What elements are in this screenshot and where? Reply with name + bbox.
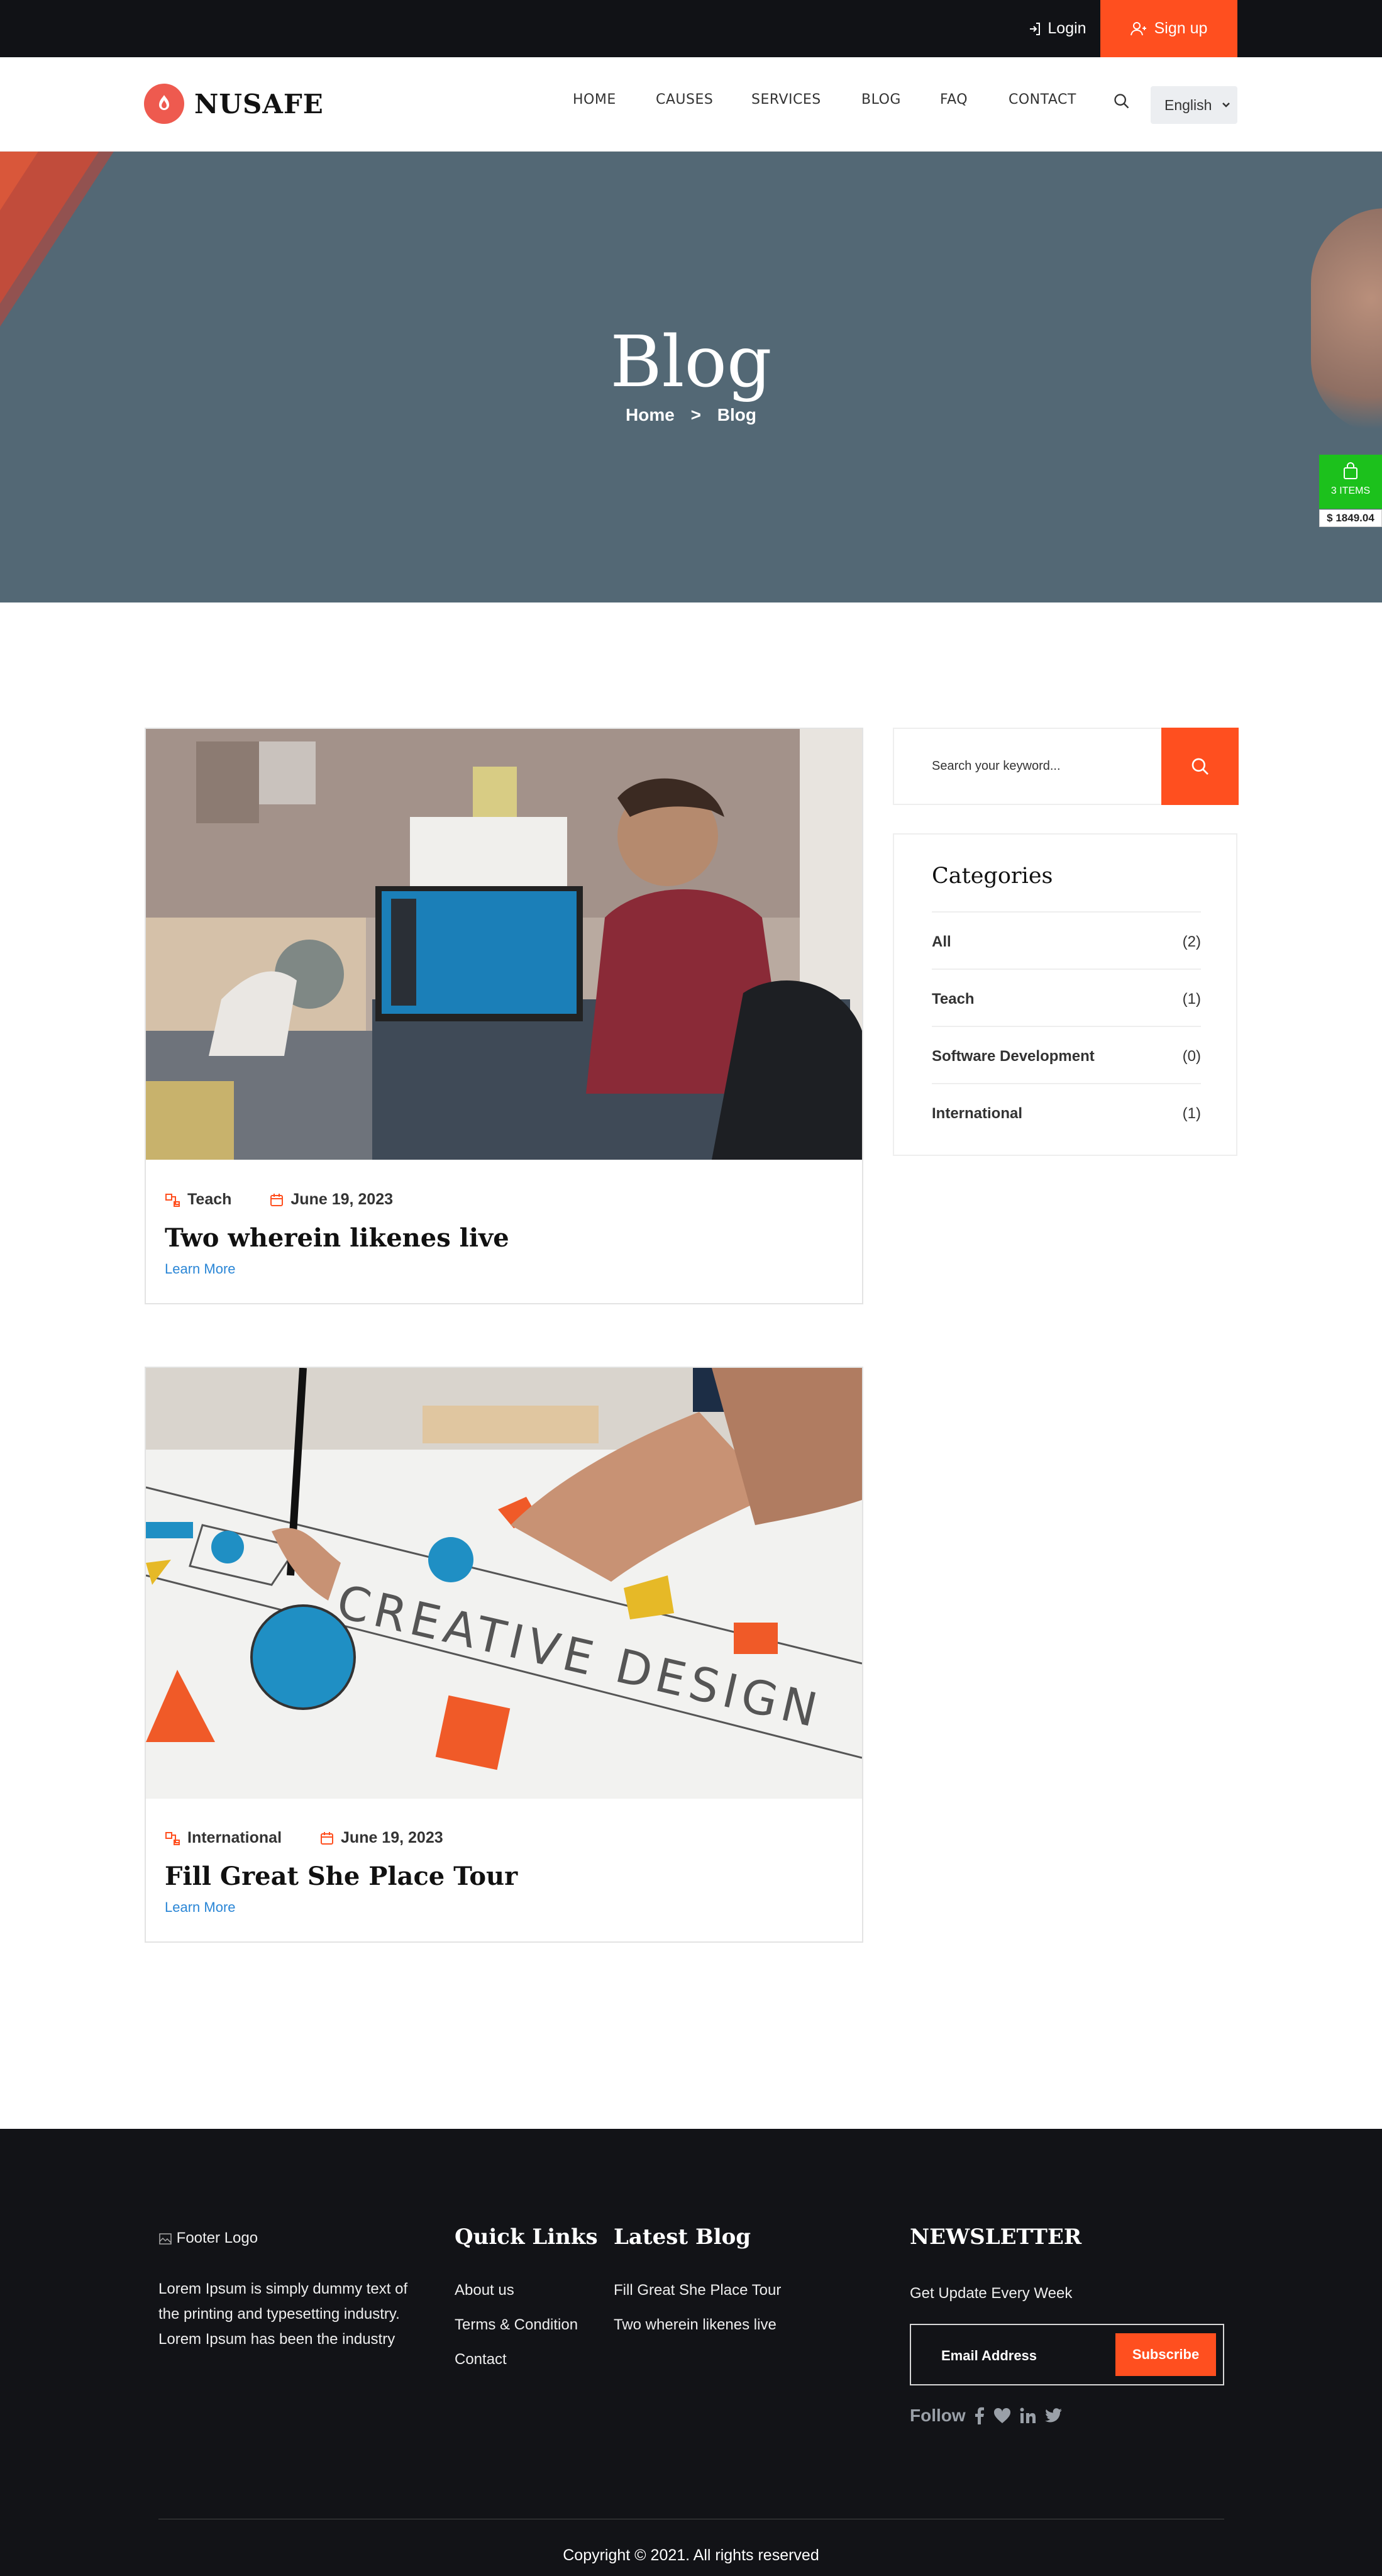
email-field[interactable]: Email Address xyxy=(941,2348,1037,2364)
category-item[interactable]: All (2) xyxy=(932,911,1201,969)
add-user-icon xyxy=(1130,21,1146,35)
page-hero: Blog Home > Blog xyxy=(0,152,1382,602)
broken-image-icon xyxy=(159,2233,172,2245)
blog-post-card: CREATIVE DESIGN International June 19, 2… xyxy=(145,1367,863,1943)
chevron-down-icon xyxy=(1222,103,1230,108)
search-button[interactable] xyxy=(1161,728,1239,805)
language-value: English xyxy=(1164,96,1212,113)
post-date: June 19, 2023 xyxy=(341,1829,443,1846)
post-meta: International June 19, 2023 xyxy=(165,1829,443,1847)
footer-logo-alt: Footer Logo xyxy=(176,2229,258,2246)
category-item[interactable]: International (1) xyxy=(932,1083,1201,1140)
category-count: (1) xyxy=(1182,991,1201,1008)
category-item[interactable]: Teach (1) xyxy=(932,969,1201,1026)
calendar-icon xyxy=(270,1193,284,1206)
nav-causes[interactable]: CAUSES xyxy=(656,92,713,108)
main-header: NUSAFE HOME CAUSES SERVICES BLOG FAQ CON… xyxy=(0,57,1382,152)
login-label: Login xyxy=(1048,19,1086,37)
signup-button[interactable]: Sign up xyxy=(1100,0,1237,57)
post-date: June 19, 2023 xyxy=(290,1191,394,1208)
category-name: Teach xyxy=(932,991,975,1008)
nav-faq[interactable]: FAQ xyxy=(940,92,968,108)
breadcrumb-home[interactable]: Home xyxy=(626,405,675,425)
categories-title: Categories xyxy=(932,863,1053,889)
search-icon[interactable] xyxy=(1113,92,1130,113)
subscribe-button[interactable]: Subscribe xyxy=(1115,2333,1216,2376)
newsletter-title: NEWSLETTER xyxy=(910,2224,1082,2250)
post-meta: Teach June 19, 2023 xyxy=(165,1191,393,1209)
breadcrumb-current: Blog xyxy=(717,405,756,425)
post-image-office[interactable] xyxy=(146,729,862,1160)
latest-blog-link[interactable]: Fill Great She Place Tour xyxy=(614,2282,781,2299)
logo-text: NUSAFE xyxy=(194,88,324,119)
newsletter-subtitle: Get Update Every Week xyxy=(910,2285,1073,2302)
post-title[interactable]: Fill Great She Place Tour xyxy=(165,1862,517,1891)
nav-contact[interactable]: CONTACT xyxy=(1009,92,1076,108)
search-input[interactable]: Search your keyword... xyxy=(932,759,1061,774)
logo-hand-icon xyxy=(144,84,184,124)
category-name: Software Development xyxy=(932,1048,1095,1065)
quick-links-title: Quick Links xyxy=(455,2224,598,2250)
quick-link-about[interactable]: About us xyxy=(455,2282,514,2299)
cart-items: 3 ITEMS xyxy=(1330,486,1371,496)
learn-more-link[interactable]: Learn More xyxy=(165,1899,236,1916)
category-icon xyxy=(165,1831,180,1845)
floating-cart[interactable]: 3 ITEMS xyxy=(1319,455,1382,509)
latest-blog-link[interactable]: Two wherein likenes live xyxy=(614,2316,777,2334)
heart-icon[interactable] xyxy=(993,2407,1011,2424)
site-footer: Footer Logo Lorem Ipsum is simply dummy … xyxy=(0,2129,1382,2576)
footer-about-text: Lorem Ipsum is simply dummy text of the … xyxy=(158,2280,408,2348)
post-image-creative-design[interactable]: CREATIVE DESIGN xyxy=(146,1368,862,1799)
quick-link-contact[interactable]: Contact xyxy=(455,2351,507,2368)
twitter-icon[interactable] xyxy=(1044,2408,1063,2423)
post-category[interactable]: International xyxy=(187,1829,282,1847)
copyright: Copyright © 2021. All rights reserved xyxy=(563,2546,819,2564)
breadcrumb-separator: > xyxy=(690,405,701,425)
top-bar: Login Sign up xyxy=(0,0,1382,57)
page-title: Blog xyxy=(610,321,772,403)
nav-blog[interactable]: BLOG xyxy=(861,92,901,108)
category-count: (1) xyxy=(1182,1105,1201,1122)
latest-blog-title: Latest Blog xyxy=(614,2224,751,2250)
category-name: All xyxy=(932,933,951,950)
signup-label: Sign up xyxy=(1154,19,1208,37)
social-links: Follow xyxy=(910,2406,1063,2426)
post-category[interactable]: Teach xyxy=(187,1191,231,1209)
learn-more-link[interactable]: Learn More xyxy=(165,1261,236,1277)
linkedin-icon[interactable] xyxy=(1020,2407,1036,2424)
login-link[interactable]: Login xyxy=(1014,0,1100,57)
category-item[interactable]: Software Development (0) xyxy=(932,1026,1201,1083)
footer-logo[interactable]: Footer Logo xyxy=(158,2229,258,2247)
newsletter-form: Email Address Subscribe xyxy=(910,2324,1224,2385)
cart-total: $ 1849.04 xyxy=(1319,509,1382,527)
follow-label: Follow xyxy=(910,2406,966,2425)
quick-link-terms[interactable]: Terms & Condition xyxy=(455,2316,578,2334)
categories-widget: Categories All (2) Teach (1) Software De… xyxy=(893,833,1237,1156)
category-count: (2) xyxy=(1182,933,1201,950)
category-icon xyxy=(165,1193,180,1207)
sidebar-search: Search your keyword... xyxy=(893,728,1239,805)
calendar-icon xyxy=(321,1831,334,1845)
category-count: (0) xyxy=(1182,1048,1201,1065)
category-name: International xyxy=(932,1105,1023,1122)
language-select[interactable]: English xyxy=(1151,86,1237,124)
site-logo[interactable]: NUSAFE xyxy=(144,84,324,124)
post-title[interactable]: Two wherein likenes live xyxy=(165,1223,509,1253)
login-icon xyxy=(1030,22,1041,35)
breadcrumb: Home > Blog xyxy=(0,405,1382,425)
nav-services[interactable]: SERVICES xyxy=(751,92,821,108)
facebook-icon[interactable] xyxy=(975,2407,985,2424)
blog-post-card: Teach June 19, 2023 Two wherein likenes … xyxy=(145,728,863,1304)
shopping-bag-icon xyxy=(1344,462,1357,479)
search-icon xyxy=(1191,758,1208,775)
nav-home[interactable]: HOME xyxy=(573,92,616,108)
